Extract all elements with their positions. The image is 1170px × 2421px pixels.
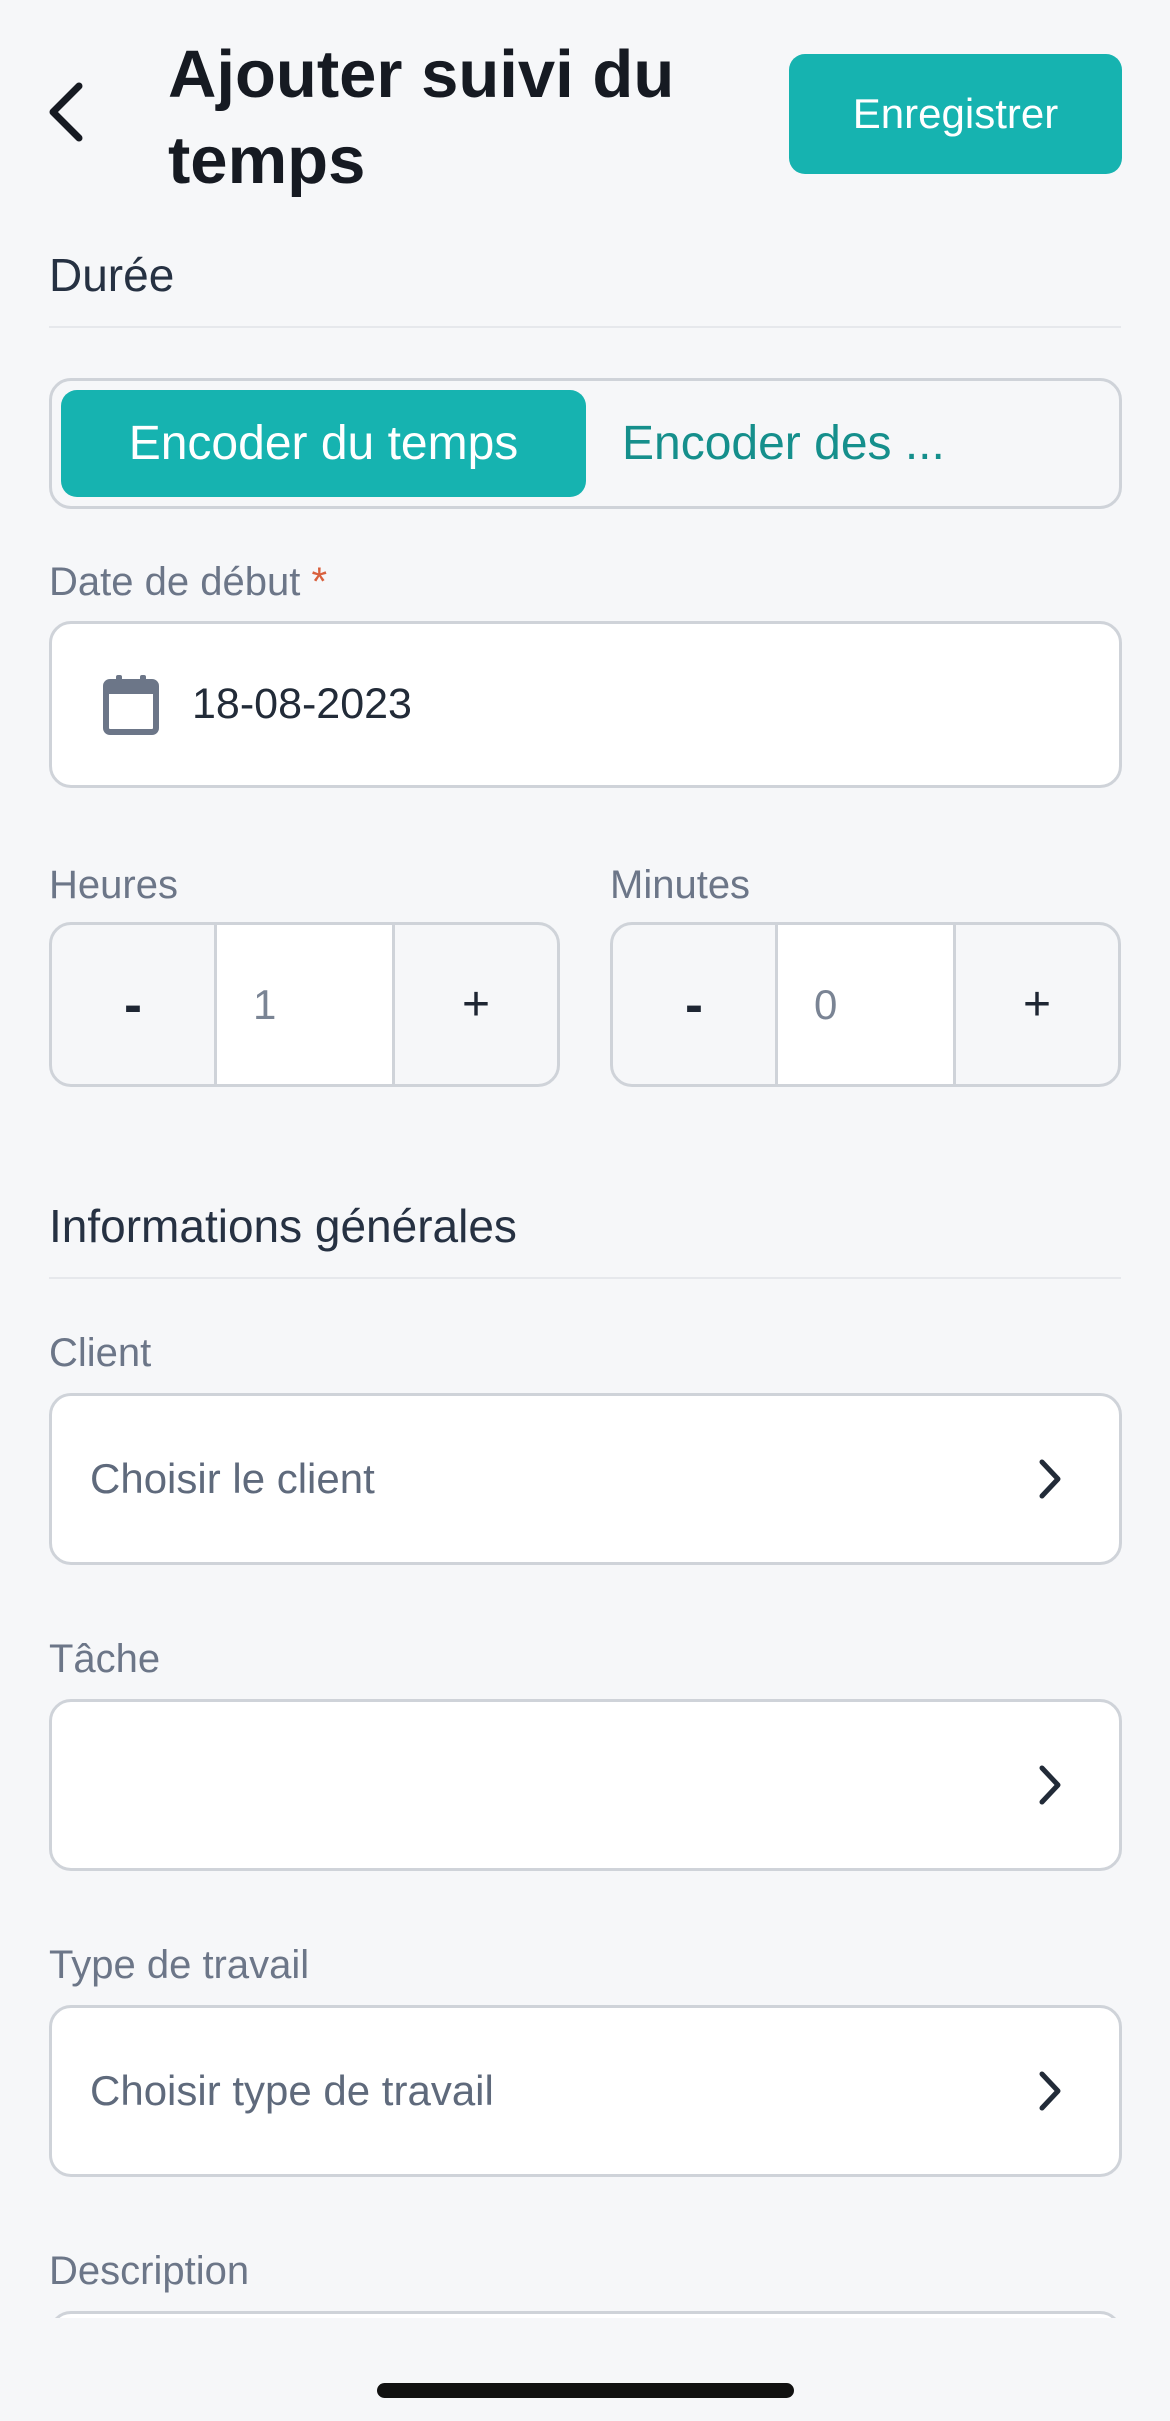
page-title: Ajouter suivi du temps xyxy=(168,32,768,204)
description-label: Description xyxy=(49,2249,250,2293)
duration-divider xyxy=(49,326,1121,328)
work-type-label: Type de travail xyxy=(49,1943,310,1987)
start-date-label: Date de début * xyxy=(49,560,327,605)
bottom-safe-area xyxy=(0,2318,1170,2421)
client-label: Client xyxy=(49,1331,152,1375)
duration-section-title: Durée xyxy=(49,249,175,301)
minutes-input[interactable]: 0 xyxy=(775,925,956,1084)
back-button[interactable] xyxy=(30,72,100,152)
chevron-left-icon xyxy=(49,82,83,142)
minutes-label: Minutes xyxy=(610,863,751,907)
page-title-line-2: temps xyxy=(168,123,366,198)
task-select[interactable] xyxy=(49,1699,1122,1871)
minutes-decrement-button[interactable]: - xyxy=(613,925,775,1084)
home-indicator xyxy=(377,2383,794,2398)
save-button[interactable]: Enregistrer xyxy=(789,54,1122,174)
work-type-select[interactable]: Choisir type de travail xyxy=(49,2005,1122,2177)
task-label: Tâche xyxy=(49,1637,161,1681)
start-date-value: 18-08-2023 xyxy=(192,680,412,728)
client-select[interactable]: Choisir le client xyxy=(49,1393,1122,1565)
hours-input[interactable]: 1 xyxy=(214,925,395,1084)
minutes-stepper: - 0 + xyxy=(610,922,1121,1087)
duration-mode-segmented-control: Encoder du temps Encoder des ... xyxy=(49,378,1122,509)
segment-encode-other[interactable]: Encoder des ... xyxy=(622,390,1092,497)
required-mark: * xyxy=(311,560,328,604)
client-placeholder: Choisir le client xyxy=(90,1455,375,1502)
general-info-divider xyxy=(49,1277,1121,1279)
chevron-right-icon xyxy=(1039,2071,1061,2111)
hours-decrement-button[interactable]: - xyxy=(52,925,214,1084)
chevron-right-icon xyxy=(1039,1459,1061,1499)
hours-stepper: - 1 + xyxy=(49,922,560,1087)
start-date-label-text: Date de début xyxy=(49,560,301,604)
hours-label: Heures xyxy=(49,863,178,907)
work-type-placeholder: Choisir type de travail xyxy=(90,2067,494,2114)
minutes-increment-button[interactable]: + xyxy=(956,925,1118,1084)
add-time-tracking-screen: Ajouter suivi du temps Enregistrer Durée… xyxy=(0,0,1170,2421)
hours-increment-button[interactable]: + xyxy=(395,925,557,1084)
calendar-icon xyxy=(103,674,159,735)
segment-encode-time[interactable]: Encoder du temps xyxy=(61,390,586,497)
general-info-section-title: Informations générales xyxy=(49,1200,517,1252)
page-title-line-1: Ajouter suivi du xyxy=(168,37,675,112)
chevron-right-icon xyxy=(1039,1765,1061,1805)
start-date-field[interactable]: 18-08-2023 xyxy=(49,621,1122,788)
